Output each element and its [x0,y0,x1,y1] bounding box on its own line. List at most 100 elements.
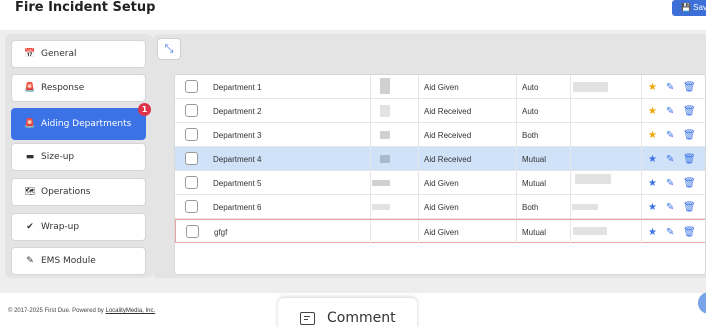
check-circle-icon: ✔ [26,222,34,232]
row-checkbox[interactable] [185,176,198,189]
edit-pencil-icon[interactable]: ✎ [666,99,674,123]
favorite-star-icon[interactable]: ★ [648,123,657,147]
sidebar-item-label: Operations [41,187,91,197]
department-name: Department 4 [213,154,262,164]
edit-pencil-icon[interactable]: ✎ [666,147,674,171]
row-checkbox[interactable] [186,225,199,238]
save-button[interactable]: 💾 Save [672,0,706,16]
redacted-cell [372,204,390,210]
aid-type: Aid Received [424,154,472,164]
aiding-departments-table: Department 1 Aid Given Auto ★ ✎ 🗑 Depart… [174,74,706,275]
edit-pencil-icon[interactable]: ✎ [666,75,674,99]
redacted-cell [380,105,390,117]
sidebar-item-wrap-up[interactable]: ✔ Wrap-up [11,213,146,241]
aid-mode: Mutual [522,178,547,188]
redacted-cell [380,78,390,94]
redacted-cell [573,227,607,235]
localitymedia-link[interactable]: LocalityMedia, Inc. [105,308,155,314]
delete-trash-icon[interactable]: 🗑 [683,147,696,171]
siren-icon: 🚨 [24,119,36,129]
sidebar-item-label: Response [41,83,85,93]
edit-pencil-icon[interactable]: ✎ [666,195,674,219]
edit-pencil-icon[interactable]: ✎ [666,123,674,147]
expand-arrows-icon: ⤡ [164,42,174,55]
department-name: Department 3 [213,130,262,140]
aid-mode: Mutual [522,227,547,237]
redacted-cell [573,82,608,92]
sidebar: 📅 General 🚨 Response 🚨 Aiding Department… [5,34,153,278]
page-title: Fire Incident Setup [15,0,156,15]
workspace: 📅 General 🚨 Response 🚨 Aiding Department… [0,30,706,293]
aid-mode: Both [522,130,539,140]
delete-trash-icon[interactable]: 🗑 [683,99,696,123]
table-row[interactable]: Department 5 Aid Given Mutual ★ ✎ 🗑 [175,171,705,195]
sidebar-item-label: Size-up [41,152,75,162]
redacted-cell [380,155,390,163]
copyright-text: © 2017-2025 First Due. Powered by Locali… [8,308,155,314]
favorite-star-icon[interactable]: ★ [648,195,657,219]
sidebar-item-label: Aiding Departments [41,119,132,129]
table-row[interactable]: Department 6 Aid Given Both ★ ✎ 🗑 [175,195,705,219]
sidebar-item-ems-module[interactable]: ✎ EMS Module [11,247,146,275]
comment-button[interactable]: Comment [278,298,417,327]
redacted-cell [575,174,611,184]
favorite-star-icon[interactable]: ★ [648,75,657,99]
row-checkbox[interactable] [185,128,198,141]
favorite-star-icon[interactable]: ★ [648,171,657,195]
aid-type: Aid Given [424,178,459,188]
redacted-cell [380,131,390,139]
table-row-selected[interactable]: Department 4 Aid Received Mutual ★ ✎ 🗑 [175,147,705,171]
row-checkbox[interactable] [185,80,198,93]
aid-mode: Auto [522,82,539,92]
syringe-icon: ✎ [26,256,34,266]
table-row-editing[interactable]: gfgf Aid Given Mutual ★ ✎ 🗑 [175,219,705,244]
row-checkbox[interactable] [185,200,198,213]
map-icon: 🗺 [24,187,36,197]
id-card-icon: ▬ [25,152,35,162]
favorite-star-icon[interactable]: ★ [648,220,657,244]
comment-label: Comment [327,310,396,326]
aid-mode: Mutual [522,154,547,164]
delete-trash-icon[interactable]: 🗑 [683,220,696,244]
table-row[interactable]: Department 1 Aid Given Auto ★ ✎ 🗑 [175,75,705,99]
delete-trash-icon[interactable]: 🗑 [683,171,696,195]
department-name: Department 6 [213,202,262,212]
department-name: gfgf [214,227,228,237]
redacted-cell [572,204,598,210]
sidebar-item-size-up[interactable]: ▬ Size-up [11,143,146,171]
edit-pencil-icon[interactable]: ✎ [666,171,674,195]
aid-type: Aid Received [424,130,472,140]
calendar-icon: 📅 [24,49,36,59]
edit-pencil-icon[interactable]: ✎ [666,220,674,244]
sidebar-item-response[interactable]: 🚨 Response [11,74,146,102]
sidebar-item-general[interactable]: 📅 General [11,40,146,68]
aid-mode: Auto [522,106,539,116]
sidebar-item-aiding-departments[interactable]: 🚨 Aiding Departments 1 [11,103,151,140]
favorite-star-icon[interactable]: ★ [648,147,657,171]
department-name: Department 1 [213,82,262,92]
sidebar-item-operations[interactable]: 🗺 Operations [11,178,146,206]
table-row[interactable]: Department 2 Aid Received Auto ★ ✎ 🗑 [175,99,705,123]
copyright-label: © 2017-2025 First Due. Powered by [8,308,106,314]
favorite-star-icon[interactable]: ★ [648,99,657,123]
delete-trash-icon[interactable]: 🗑 [683,123,696,147]
sidebar-item-label: General [41,49,77,59]
row-checkbox[interactable] [185,152,198,165]
main-panel: ⤡ Department 1 Aid Given Auto ★ ✎ 🗑 Depa… [153,34,706,278]
expand-button[interactable]: ⤡ [157,38,181,60]
department-name: Department 5 [213,178,262,188]
aid-type: Aid Given [424,202,459,212]
notification-badge: 1 [138,103,151,116]
delete-trash-icon[interactable]: 🗑 [683,195,696,219]
aid-type: Aid Given [424,227,459,237]
delete-trash-icon[interactable]: 🗑 [683,75,696,99]
table-row[interactable]: Department 3 Aid Received Both ★ ✎ 🗑 [175,123,705,147]
aid-type: Aid Received [424,106,472,116]
siren-icon: 🚨 [24,83,36,93]
sidebar-item-label: EMS Module [41,256,96,266]
row-checkbox[interactable] [185,104,198,117]
top-bar: Fire Incident Setup 💾 Save [0,0,706,22]
sidebar-item-label: Wrap-up [41,222,80,232]
aid-type: Aid Given [424,82,459,92]
aid-mode: Both [522,202,539,212]
